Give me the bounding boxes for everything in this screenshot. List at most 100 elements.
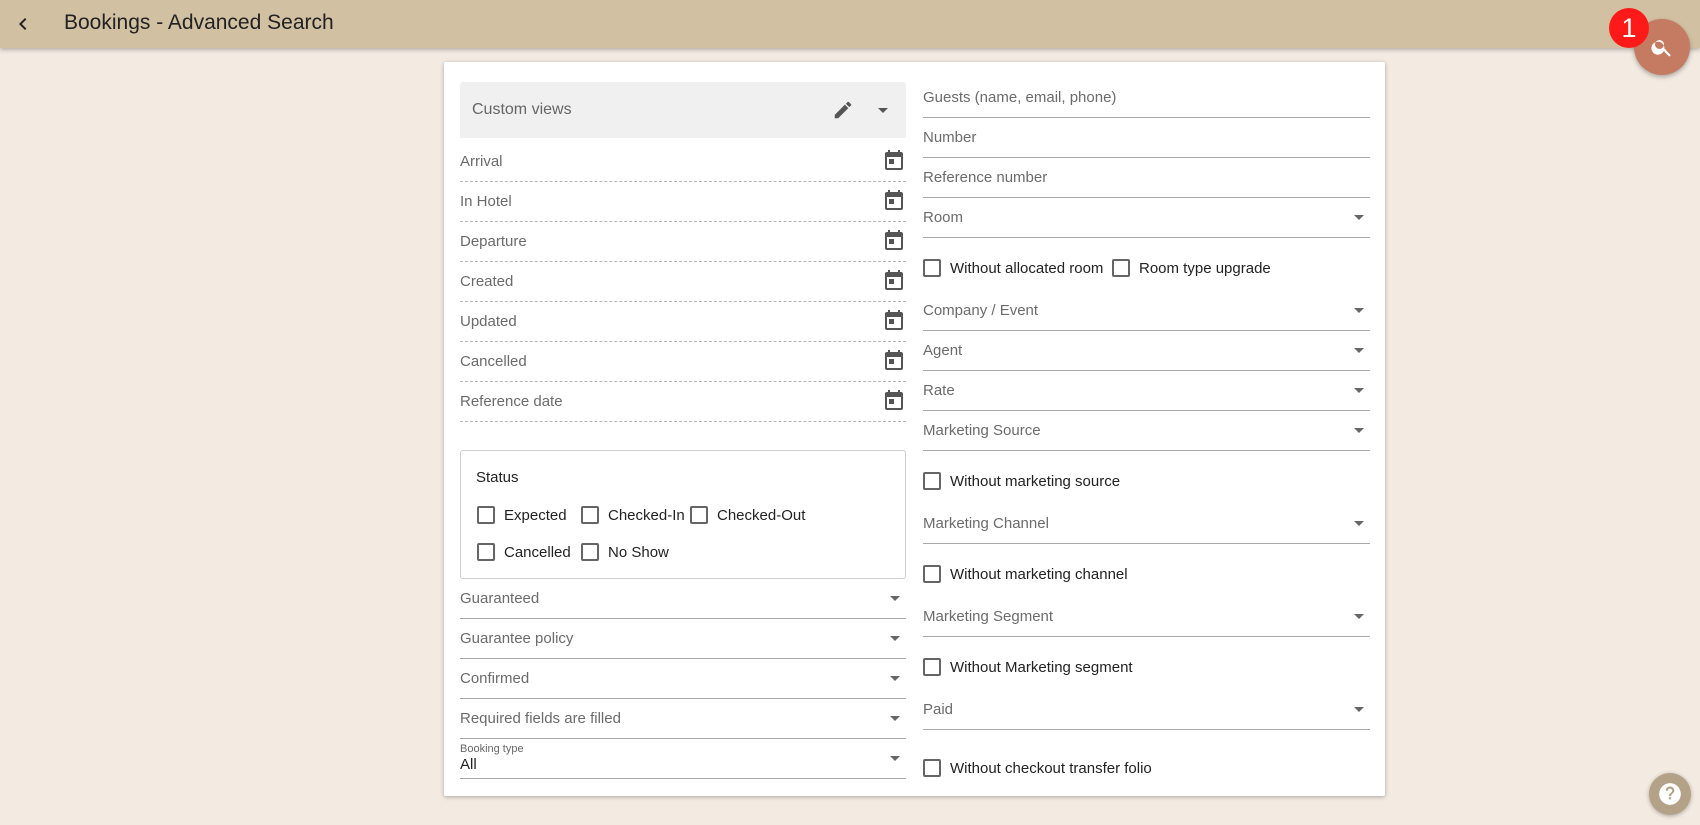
updated-label: Updated: [460, 313, 517, 330]
dropdown-arrow-icon[interactable]: [890, 716, 900, 721]
agent-label: Agent: [923, 342, 963, 359]
checkbox-box[interactable]: [1112, 259, 1130, 277]
checkbox-label: Without checkout transfer folio: [950, 759, 1152, 777]
dropdown-arrow-icon[interactable]: [1354, 348, 1364, 353]
guests-search-field[interactable]: Guests (name, email, phone): [923, 78, 1370, 118]
calendar-icon[interactable]: [882, 148, 906, 172]
marketing-source-select[interactable]: Marketing Source: [923, 411, 1370, 451]
confirmed-label: Confirmed: [460, 670, 530, 687]
checkbox-label: Without marketing channel: [950, 565, 1128, 583]
marketing-source-label: Marketing Source: [923, 422, 1041, 439]
checkbox-box[interactable]: [477, 543, 495, 561]
booking-type-label: Booking type: [460, 743, 524, 755]
checkbox-label: Without Marketing segment: [950, 658, 1133, 676]
paid-select[interactable]: Paid: [923, 690, 1370, 730]
agent-select[interactable]: Agent: [923, 331, 1370, 371]
checkbox-box[interactable]: [923, 658, 941, 676]
arrival-date-field[interactable]: Arrival: [460, 142, 906, 182]
checkbox-box[interactable]: [923, 565, 941, 583]
checkbox-label: Without allocated room: [950, 259, 1104, 277]
dropdown-arrow-icon[interactable]: [1354, 521, 1364, 526]
dropdown-arrow-icon[interactable]: [890, 756, 900, 761]
checkbox-box[interactable]: [923, 472, 941, 490]
without-marketing-channel-checkbox[interactable]: Without marketing channel: [923, 565, 1128, 583]
status-cancelled-checkbox[interactable]: Cancelled: [477, 543, 571, 561]
checkbox-label: Expected: [504, 506, 567, 524]
checkbox-label: Checked-Out: [717, 506, 806, 524]
confirmed-select[interactable]: Confirmed: [460, 659, 906, 699]
paid-label: Paid: [923, 701, 954, 718]
guarantee-policy-select[interactable]: Guarantee policy: [460, 619, 906, 659]
room-type-upgrade-checkbox[interactable]: Room type upgrade: [1112, 259, 1271, 277]
custom-views-label: Custom views: [472, 101, 572, 118]
status-no-show-checkbox[interactable]: No Show: [581, 543, 669, 561]
dropdown-arrow-icon[interactable]: [1354, 388, 1364, 393]
reference-date-field[interactable]: Reference date: [460, 382, 906, 422]
reference-number-field[interactable]: Reference number: [923, 158, 1370, 198]
booking-type-select[interactable]: Booking type All: [460, 739, 906, 779]
marketing-segment-label: Marketing Segment: [923, 608, 1054, 625]
calendar-icon[interactable]: [882, 388, 906, 412]
checkbox-label: No Show: [608, 543, 669, 561]
guaranteed-label: Guaranteed: [460, 590, 540, 607]
marketing-channel-select[interactable]: Marketing Channel: [923, 504, 1370, 544]
guaranteed-select[interactable]: Guaranteed: [460, 579, 906, 619]
cancelled-date-field[interactable]: Cancelled: [460, 342, 906, 382]
status-checked-in-checkbox[interactable]: Checked-In: [581, 506, 685, 524]
guests-placeholder: Guests (name, email, phone): [923, 89, 1117, 106]
dropdown-arrow-icon[interactable]: [1354, 308, 1364, 313]
calendar-icon[interactable]: [882, 228, 906, 252]
dropdown-arrow-icon[interactable]: [890, 596, 900, 601]
back-button[interactable]: [7, 8, 39, 40]
top-app-bar: Bookings - Advanced Search: [0, 0, 1700, 48]
notification-badge: 1: [1609, 8, 1649, 48]
dropdown-arrow-icon[interactable]: [1354, 428, 1364, 433]
checkbox-box[interactable]: [581, 543, 599, 561]
dropdown-arrow-icon[interactable]: [1354, 707, 1364, 712]
dropdown-arrow-icon[interactable]: [1354, 614, 1364, 619]
pencil-icon[interactable]: [832, 99, 854, 121]
marketing-channel-label: Marketing Channel: [923, 515, 1049, 532]
custom-views-select[interactable]: Custom views: [460, 82, 906, 138]
number-field[interactable]: Number: [923, 118, 1370, 158]
departure-date-field[interactable]: Departure: [460, 222, 906, 262]
status-expected-checkbox[interactable]: Expected: [477, 506, 567, 524]
updated-date-field[interactable]: Updated: [460, 302, 906, 342]
without-checkout-transfer-folio-checkbox[interactable]: Without checkout transfer folio: [923, 759, 1152, 777]
calendar-icon[interactable]: [882, 188, 906, 212]
calendar-icon[interactable]: [882, 268, 906, 292]
arrival-label: Arrival: [460, 153, 503, 170]
help-button[interactable]: [1649, 773, 1691, 815]
checkbox-box[interactable]: [923, 759, 941, 777]
without-allocated-room-checkbox[interactable]: Without allocated room: [923, 259, 1103, 277]
checkbox-box[interactable]: [690, 506, 708, 524]
status-title: Status: [476, 469, 519, 486]
without-marketing-segment-checkbox[interactable]: Without Marketing segment: [923, 658, 1133, 676]
help-icon: [1659, 783, 1681, 805]
checkbox-box[interactable]: [581, 506, 599, 524]
required-fields-select[interactable]: Required fields are filled: [460, 699, 906, 739]
guarantee-policy-label: Guarantee policy: [460, 630, 574, 647]
marketing-segment-select[interactable]: Marketing Segment: [923, 597, 1370, 637]
dropdown-arrow-icon[interactable]: [890, 676, 900, 681]
status-checked-out-checkbox[interactable]: Checked-Out: [690, 506, 805, 524]
status-filter-group: Status Expected Checked-In Checked-Out C…: [460, 450, 906, 579]
company-event-label: Company / Event: [923, 302, 1039, 319]
chevron-down-icon[interactable]: [878, 108, 888, 113]
room-select[interactable]: Room: [923, 198, 1370, 238]
without-marketing-source-checkbox[interactable]: Without marketing source: [923, 472, 1120, 490]
dropdown-arrow-icon[interactable]: [1354, 215, 1364, 220]
company-event-select[interactable]: Company / Event: [923, 291, 1370, 331]
number-placeholder: Number: [923, 129, 977, 146]
checkbox-label: Checked-In: [608, 506, 685, 524]
rate-select[interactable]: Rate: [923, 371, 1370, 411]
created-date-field[interactable]: Created: [460, 262, 906, 302]
checkbox-box[interactable]: [923, 259, 941, 277]
dropdown-arrow-icon[interactable]: [890, 636, 900, 641]
in-hotel-date-field[interactable]: In Hotel: [460, 182, 906, 222]
calendar-icon[interactable]: [882, 348, 906, 372]
checkbox-box[interactable]: [477, 506, 495, 524]
required-fields-label: Required fields are filled: [460, 710, 621, 727]
checkbox-label: Without marketing source: [950, 472, 1121, 490]
calendar-icon[interactable]: [882, 308, 906, 332]
